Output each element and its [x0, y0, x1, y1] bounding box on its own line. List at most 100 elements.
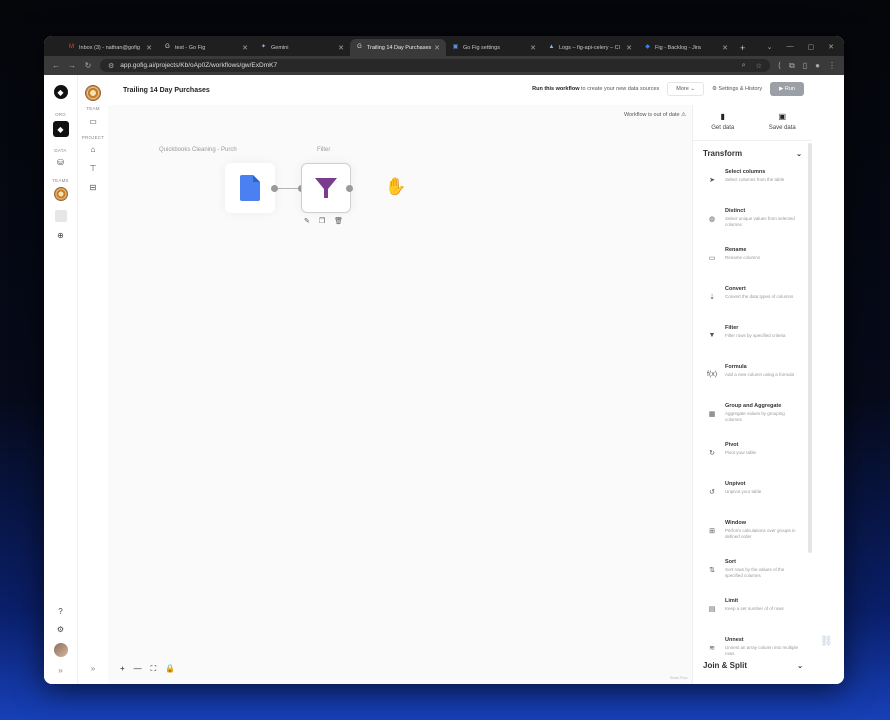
menu-kebab-icon[interactable]: ⋮: [828, 61, 836, 70]
minimize-icon[interactable]: —: [787, 43, 794, 51]
transform-item[interactable]: ▼ Filter Filter rows by specified criteria: [693, 320, 812, 359]
tab-favicon-icon: ◆: [645, 44, 650, 50]
workflow-canvas[interactable]: Workflow is out of date ⚠ Quickbooks Cle…: [108, 105, 692, 684]
filter-node[interactable]: [301, 163, 351, 213]
tab-search-icon[interactable]: ▯: [803, 61, 807, 70]
bookmark-star-icon[interactable]: ☆: [756, 62, 762, 70]
reload-icon[interactable]: ↻: [84, 61, 92, 70]
folder-icon[interactable]: ▭: [86, 117, 100, 126]
tab-favicon-icon: ▣: [452, 44, 459, 50]
settings-history-button[interactable]: ⚙ Settings & History: [712, 86, 762, 92]
transform-item[interactable]: ↺ Unpivot Unpivot your table: [693, 476, 812, 515]
gear-icon: ⚙: [711, 86, 717, 92]
transform-item[interactable]: ⇣ Convert Convert the data types of column…: [693, 281, 812, 320]
join-split-section-header[interactable]: Join & Split ⌄: [693, 653, 812, 676]
new-tab-button[interactable]: +: [734, 43, 751, 56]
browser-tab[interactable]: ✦ Gemini ✕: [254, 39, 350, 56]
tab-close-icon[interactable]: ✕: [434, 44, 440, 52]
org-label: ORG: [55, 112, 66, 117]
expand-icon[interactable]: »: [54, 666, 68, 675]
tab-close-icon[interactable]: ✕: [626, 44, 632, 52]
get-data-button[interactable]: ▮ Get data: [693, 105, 753, 140]
team-logo[interactable]: [85, 85, 101, 101]
tab-close-icon[interactable]: ✕: [146, 44, 152, 52]
data-label: DATA: [54, 148, 67, 153]
transform-item[interactable]: ➤ Select columns Select columns from the t…: [693, 164, 812, 203]
gofig-logo-icon[interactable]: ◆: [53, 85, 68, 99]
database-icon[interactable]: ⛁: [54, 158, 68, 167]
tab-close-icon[interactable]: ✕: [242, 44, 248, 52]
transform-name: Filter: [725, 325, 739, 331]
home-icon[interactable]: ⌂: [86, 145, 100, 154]
transform-description: Pivot your table: [725, 450, 757, 455]
browser-tab[interactable]: ▲ Logs – fig-api-celery – Cl ✕: [542, 39, 638, 56]
document-icon: [240, 175, 260, 201]
team-avatar[interactable]: [53, 187, 68, 201]
back-icon[interactable]: ←: [52, 61, 60, 70]
source-handle[interactable]: [271, 185, 278, 192]
page-title: Trailing 14 Day Purchases: [123, 86, 210, 94]
transform-item[interactable]: ↻ Pivot Pivot your table: [693, 437, 812, 476]
url-input[interactable]: ⚙ app.gofig.ai/projects/Kb/oAp0Z/workflo…: [100, 59, 770, 72]
transform-item[interactable]: ▦ Group and Aggregate Aggregate values by …: [693, 398, 812, 437]
dataset-icon[interactable]: ⊟: [86, 183, 100, 192]
transform-item[interactable]: ⊞ Window Perform calculations over groups …: [693, 515, 812, 554]
save-data-button[interactable]: ▣ Save data: [753, 105, 813, 140]
transform-item[interactable]: f(x) Formula Add a new column using a form…: [693, 359, 812, 398]
browser-window: M Inbox (3) - nathan@gofig ✕ Gtest - Go Fig…: [44, 36, 844, 684]
org-icon[interactable]: ◆: [52, 121, 69, 137]
zoom-out-icon[interactable]: —: [134, 664, 142, 674]
chevron-down-icon: ⌄: [690, 86, 695, 92]
right-rail: [812, 75, 844, 684]
browser-tab[interactable]: M Inbox (3) - nathan@gofig ✕: [62, 39, 158, 56]
transform-item[interactable]: ▤ Limit Keep a set number of of rows: [693, 593, 812, 632]
lock-icon[interactable]: 🔒: [165, 664, 175, 674]
user-avatar[interactable]: [53, 643, 68, 657]
source-node[interactable]: [225, 163, 275, 213]
extensions-puzzle-icon[interactable]: ⧉: [789, 61, 795, 71]
transform-item[interactable]: ▭ Rename Rename columns: [693, 242, 812, 281]
transform-name: Select columns: [725, 169, 766, 175]
transform-item[interactable]: ⇅ Sort Sort rows by the values of the spec…: [693, 554, 812, 593]
expand-panel-icon[interactable]: »: [86, 664, 100, 673]
transform-item[interactable]: ◍ Distinct Select unique values from selec…: [693, 203, 812, 242]
tab-title: Inbox (3) - nathan@gofig: [79, 44, 140, 51]
transform-name: Formula: [725, 364, 747, 370]
transform-section-header[interactable]: Transform ⌄: [693, 141, 812, 164]
tab-close-icon[interactable]: ✕: [530, 44, 536, 52]
zoom-in-icon[interactable]: +: [120, 664, 125, 674]
profile-icon[interactable]: ●: [815, 61, 820, 70]
browser-tab[interactable]: G Trailing 14 Day Purchases ✕: [350, 39, 446, 56]
transform-description: Keep a set number of of rows: [725, 606, 784, 611]
browser-tab[interactable]: ▣ Go Fig settings ✕: [446, 39, 542, 56]
tab-close-icon[interactable]: ✕: [722, 44, 728, 52]
browser-tab[interactable]: Gtest - Go Fig ✕: [158, 39, 254, 56]
forward-icon[interactable]: →: [68, 61, 76, 70]
settings-gear-icon[interactable]: ⚙: [54, 625, 68, 634]
source-handle[interactable]: [346, 185, 353, 192]
browser-tab[interactable]: ◆ Fig - Backlog - Jira ✕: [638, 39, 734, 56]
add-team-icon[interactable]: ⊕: [54, 231, 68, 240]
link-icon[interactable]: ⛓: [820, 636, 833, 647]
transform-name: Group and Aggregate: [725, 403, 782, 409]
transform-name: Limit: [725, 598, 739, 604]
help-icon[interactable]: ?: [54, 607, 68, 616]
tab-close-icon[interactable]: ✕: [338, 44, 344, 52]
run-button[interactable]: ▶ Run: [770, 82, 804, 96]
edit-icon[interactable]: ✎: [304, 217, 310, 225]
chevron-down-icon[interactable]: ⌄: [767, 43, 773, 51]
trash-icon[interactable]: 🗑: [334, 217, 343, 225]
node-toolbar: ✎ ❐ 🗑: [304, 217, 343, 225]
maximize-icon[interactable]: ▢: [808, 43, 815, 51]
copy-icon[interactable]: ❐: [319, 217, 325, 225]
fit-view-icon[interactable]: ⛶: [151, 664, 157, 674]
workflow-header: Trailing 14 Day Purchases Run this workf…: [108, 75, 812, 105]
sparkle-icon[interactable]: ✦: [820, 661, 833, 672]
zoom-icon[interactable]: ⌕: [742, 62, 746, 70]
close-icon[interactable]: ✕: [828, 43, 834, 51]
site-info-icon[interactable]: ⚙: [108, 62, 114, 70]
workflow-tree-icon[interactable]: ⊤: [86, 164, 100, 173]
extension-icon[interactable]: ⟨: [778, 61, 781, 70]
team-placeholder[interactable]: [54, 210, 67, 222]
more-button[interactable]: More ⌄: [667, 82, 704, 96]
